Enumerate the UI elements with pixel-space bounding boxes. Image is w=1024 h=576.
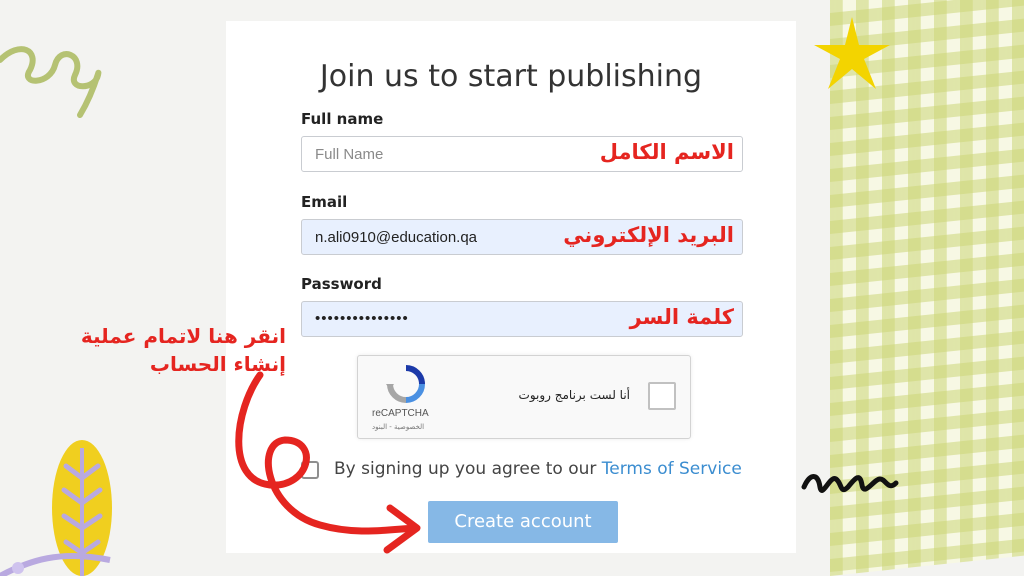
email-annotation: البريد الإلكتروني <box>563 223 734 247</box>
recaptcha-prompt: أنا لست برنامج روبوت <box>518 388 630 402</box>
email-label: Email <box>301 193 348 211</box>
password-field[interactable]: ••••••••••••••• كلمة السر <box>301 301 743 337</box>
full-name-annotation: الاسم الكامل <box>599 140 734 164</box>
password-value: ••••••••••••••• <box>315 310 409 327</box>
create-account-button[interactable]: Create account <box>428 501 618 543</box>
full-name-label: Full name <box>301 110 384 128</box>
squiggle-doodle <box>801 474 899 493</box>
email-field[interactable]: n.ali0910@education.qa البريد الإلكتروني <box>301 219 743 255</box>
flower-doodle <box>0 552 111 576</box>
recaptcha-checkbox[interactable] <box>648 382 676 410</box>
password-label: Password <box>301 275 382 293</box>
arrow-annotation-icon <box>235 371 421 554</box>
full-name-placeholder: Full Name <box>315 146 384 163</box>
star-doodle <box>814 17 890 89</box>
email-value: n.ali0910@education.qa <box>315 229 478 246</box>
page-title: Join us to start publishing <box>319 59 703 94</box>
terms-link[interactable]: Terms of Service <box>602 459 742 479</box>
spiral-doodle <box>0 46 102 118</box>
full-name-field[interactable]: Full Name الاسم الكامل <box>301 136 743 172</box>
instruction-line-1: انقر هنا لاتمام عملية <box>80 324 286 348</box>
password-annotation: كلمة السر <box>629 305 734 329</box>
